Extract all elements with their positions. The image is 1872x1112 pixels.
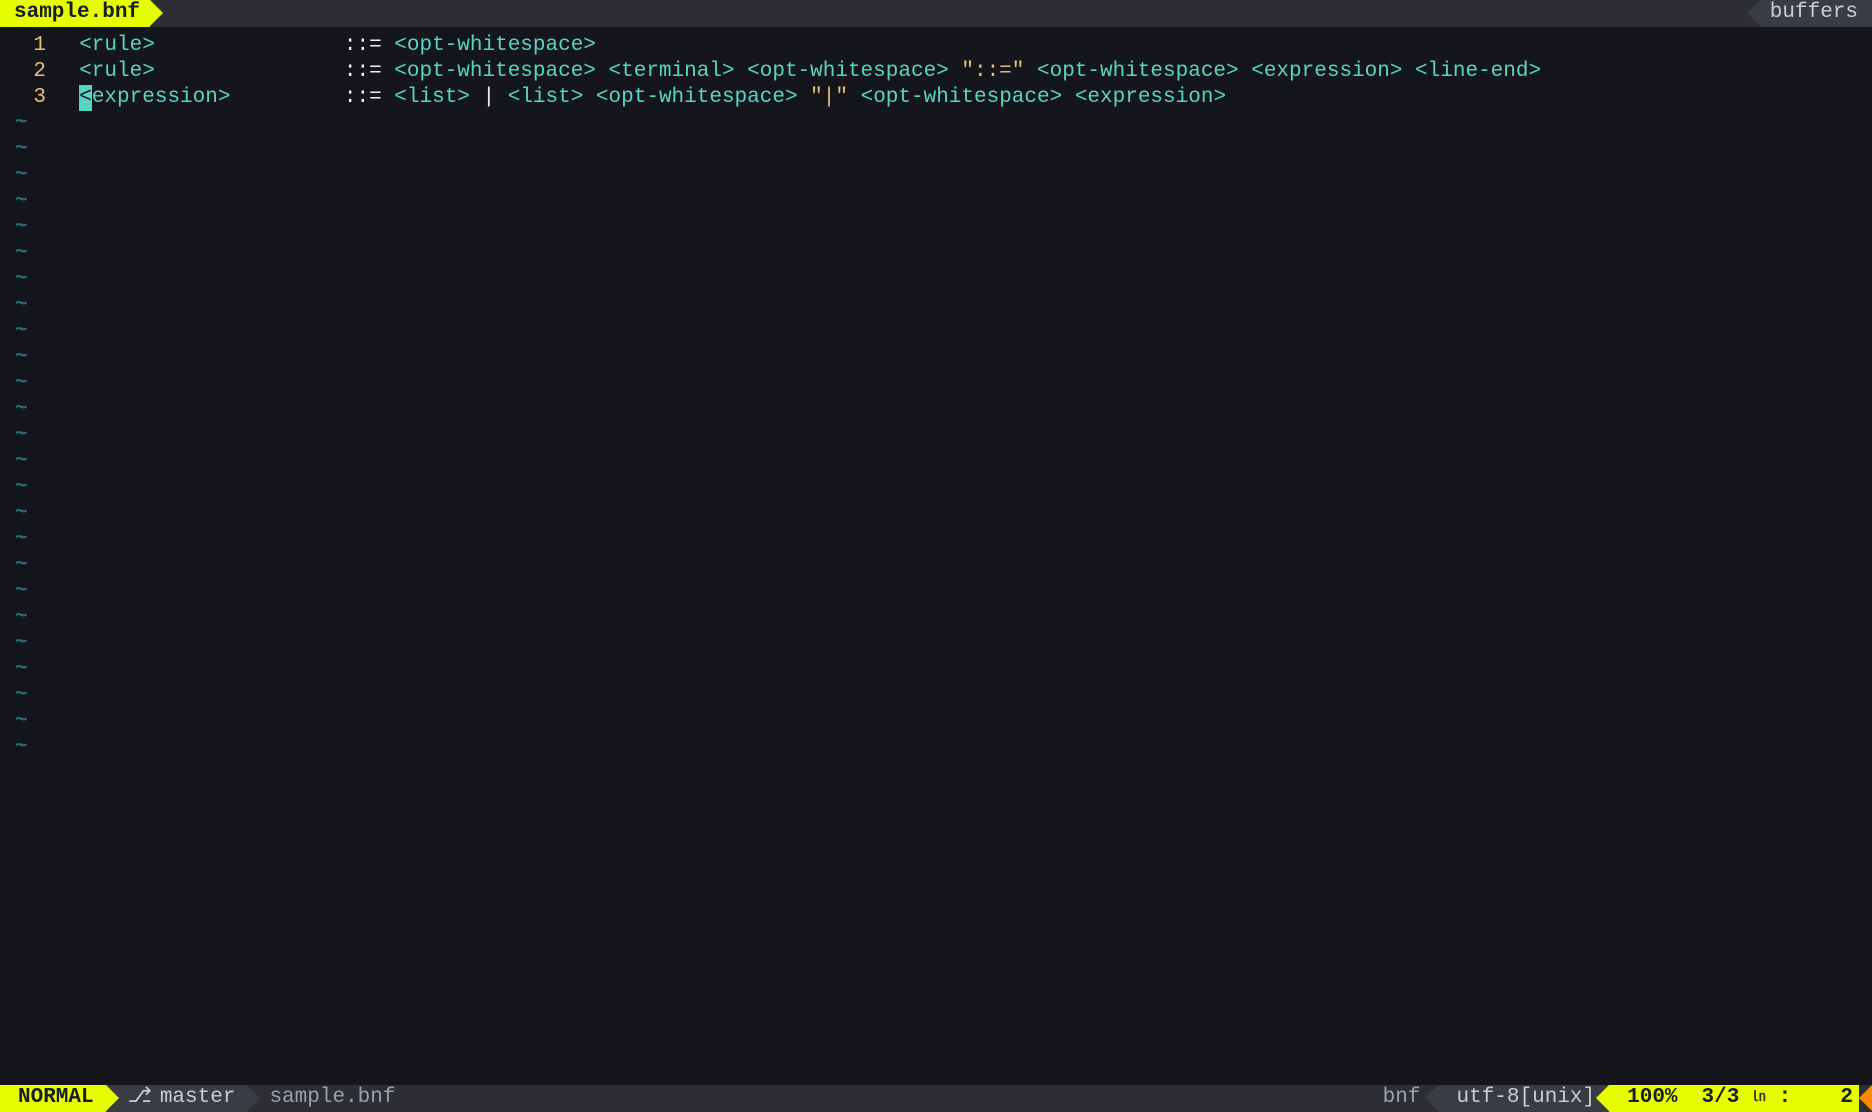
empty-line-tilde: ~ (0, 215, 1872, 241)
code-token: <list> (394, 85, 470, 111)
empty-line-tilde: ~ (0, 449, 1872, 475)
empty-line-tilde: ~ (0, 293, 1872, 319)
code-token: <opt-whitespace> <expression> <line-end> (1024, 59, 1541, 85)
line-total-text: 3/3 (1702, 1085, 1740, 1111)
line-position-segment: 3/3 ㏑ : (1690, 1085, 1804, 1112)
empty-line-tilde: ~ (0, 631, 1872, 657)
empty-line-tilde: ~ (0, 553, 1872, 579)
code-content: <rule> ::= <opt-whitespace> <terminal> <… (54, 59, 1541, 85)
warning-triangle-icon (1859, 1085, 1872, 1111)
code-token: expression> (92, 85, 231, 111)
empty-line-tilde: ~ (0, 735, 1872, 761)
code-line[interactable]: 3 <expression> ::= <list> | <list> <opt-… (0, 85, 1872, 111)
code-token: <list> <opt-whitespace> (508, 85, 810, 111)
editor-area[interactable]: 1 <rule> ::= <opt-whitespace>2 <rule> ::… (0, 27, 1872, 1085)
empty-line-tilde: ~ (0, 137, 1872, 163)
percent-text: 100% (1627, 1085, 1677, 1111)
code-token: <opt-whitespace> <expression> (848, 85, 1226, 111)
code-token: "|" (810, 85, 848, 111)
code-token: <opt-whitespace> <terminal> <opt-whitesp… (394, 59, 961, 85)
buffers-label-text: buffers (1770, 0, 1858, 26)
code-token: <rule> (54, 33, 155, 59)
column-text: 2 (1840, 1085, 1853, 1111)
encoding-text: utf-8[unix] (1456, 1085, 1595, 1111)
empty-line-tilde: ~ (0, 657, 1872, 683)
filename-segment: sample.bnf (247, 1085, 1370, 1112)
code-content: <rule> ::= <opt-whitespace> (54, 33, 596, 59)
code-token: <rule> (54, 59, 155, 85)
code-token: ::= (230, 85, 394, 111)
empty-line-tilde: ~ (0, 111, 1872, 137)
empty-line-tilde: ~ (0, 345, 1872, 371)
empty-line-tilde: ~ (0, 475, 1872, 501)
branch-icon: ⎇ (128, 1085, 152, 1111)
empty-line-tilde: ~ (0, 605, 1872, 631)
empty-line-tilde: ~ (0, 319, 1872, 345)
git-branch-segment: ⎇ master (106, 1085, 248, 1112)
empty-line-tilde: ~ (0, 371, 1872, 397)
colon-text: : (1779, 1085, 1792, 1111)
empty-line-tilde: ~ (0, 163, 1872, 189)
empty-line-tilde: ~ (0, 579, 1872, 605)
code-token: "::=" (961, 59, 1024, 85)
active-tab-label: sample.bnf (14, 0, 140, 26)
column-segment: 2 (1803, 1085, 1859, 1112)
code-line[interactable]: 1 <rule> ::= <opt-whitespace> (0, 33, 1872, 59)
percent-segment: 100% (1609, 1085, 1689, 1112)
code-token: <opt-whitespace> (394, 33, 596, 59)
code-content: <expression> ::= <list> | <list> <opt-wh… (54, 85, 1226, 111)
status-line: NORMAL ⎇ master sample.bnf bnf utf-8[uni… (0, 1085, 1872, 1112)
code-line[interactable]: 2 <rule> ::= <opt-whitespace> <terminal>… (0, 59, 1872, 85)
line-number-icon: ㏑ (1752, 1090, 1766, 1108)
tab-bar-right: buffers (1760, 0, 1872, 27)
tab-bar-left: sample.bnf (0, 0, 150, 27)
branch-name: master (160, 1085, 236, 1111)
mode-indicator: NORMAL (0, 1085, 106, 1112)
empty-line-tilde: ~ (0, 709, 1872, 735)
active-tab[interactable]: sample.bnf (0, 0, 150, 27)
line-number: 3 (0, 85, 54, 111)
empty-line-tilde: ~ (0, 501, 1872, 527)
empty-line-tilde: ~ (0, 241, 1872, 267)
filename-text: sample.bnf (269, 1085, 395, 1111)
filetype-text: bnf (1383, 1085, 1421, 1111)
empty-line-tilde: ~ (0, 683, 1872, 709)
code-token (54, 85, 79, 111)
cursor: < (79, 85, 92, 111)
empty-line-tilde: ~ (0, 267, 1872, 293)
line-number: 2 (0, 59, 54, 85)
empty-line-tilde: ~ (0, 189, 1872, 215)
buffers-label[interactable]: buffers (1760, 0, 1872, 27)
encoding-segment: utf-8[unix] (1438, 1085, 1609, 1112)
code-token: | (470, 85, 508, 111)
empty-line-tilde: ~ (0, 397, 1872, 423)
mode-text: NORMAL (18, 1085, 94, 1111)
code-token: ::= (155, 59, 394, 85)
empty-line-tilde: ~ (0, 527, 1872, 553)
empty-line-tilde: ~ (0, 423, 1872, 449)
tab-bar: sample.bnf buffers (0, 0, 1872, 27)
line-number: 1 (0, 33, 54, 59)
code-token: ::= (155, 33, 394, 59)
